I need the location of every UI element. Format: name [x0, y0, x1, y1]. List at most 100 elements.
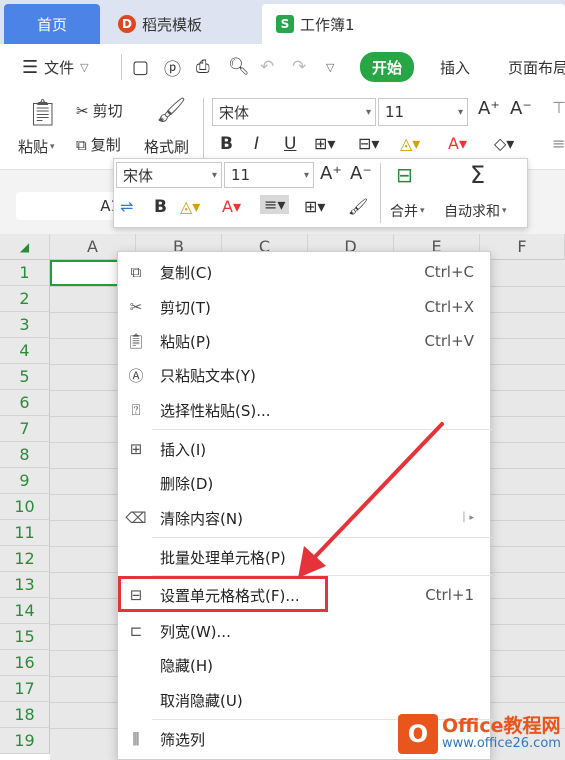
- cut-button[interactable]: ✂ 剪切: [76, 100, 123, 121]
- row-header[interactable]: 18: [0, 702, 50, 728]
- format-painter-icon[interactable]: 🖌︎: [348, 197, 368, 216]
- copy-button[interactable]: ⧉ 复制: [76, 134, 121, 155]
- menu-item-clear-contents[interactable]: ⌫ 清除内容(N) │ ▸: [118, 503, 492, 533]
- italic-button[interactable]: I: [254, 134, 259, 154]
- font-size-select[interactable]: 11 ▾: [378, 98, 468, 126]
- row-header[interactable]: 19: [0, 728, 50, 754]
- tab-start[interactable]: 开始: [360, 52, 415, 82]
- font-color-icon[interactable]: A▾: [448, 134, 467, 153]
- sum-icon[interactable]: Σ: [470, 161, 485, 189]
- redo-icon[interactable]: ↷: [292, 52, 306, 82]
- menu-item-paste[interactable]: 📋︎ 粘贴(P) Ctrl+V: [118, 326, 492, 356]
- row-header[interactable]: 16: [0, 650, 50, 676]
- chevron-down-icon: ▾: [365, 106, 371, 118]
- format-painter-label: 格式刷: [144, 138, 190, 156]
- row-header[interactable]: 15: [0, 624, 50, 650]
- chevron-down-icon: ▽: [80, 60, 89, 74]
- row-header[interactable]: 5: [0, 364, 50, 390]
- menu-item-delete[interactable]: 删除(D): [118, 468, 492, 498]
- insert-icon: ⊞: [129, 440, 143, 458]
- row-header[interactable]: 10: [0, 494, 50, 520]
- row-header[interactable]: 3: [0, 312, 50, 338]
- row-header[interactable]: 7: [0, 416, 50, 442]
- print-preview-icon[interactable]: 🔍︎: [228, 52, 250, 82]
- chevron-down-icon: ▾: [303, 169, 309, 181]
- align-top-icon[interactable]: ⊤: [552, 98, 565, 117]
- autosum-button[interactable]: 自动求和 ▾: [444, 201, 507, 221]
- tab-template[interactable]: D 稻壳模板: [104, 4, 254, 44]
- border-icon[interactable]: ⊞▾: [304, 197, 325, 216]
- menu-item-hide[interactable]: 隐藏(H): [118, 650, 492, 680]
- tab-page-layout-label: 页面布局: [508, 58, 565, 77]
- menu-item-shortcut: Ctrl+V: [424, 332, 474, 350]
- menu-item-cut[interactable]: ✂ 剪切(T) Ctrl+X: [118, 292, 492, 322]
- print-icon[interactable]: ⎙: [196, 52, 210, 82]
- row-header[interactable]: 9: [0, 468, 50, 494]
- menu-item-batch-process[interactable]: 批量处理单元格(P): [118, 542, 492, 572]
- increase-font-icon[interactable]: A⁺: [320, 163, 342, 184]
- row-header[interactable]: 13: [0, 572, 50, 598]
- tab-home[interactable]: 首页: [4, 4, 100, 44]
- tab-workbook[interactable]: S 工作簿1: [262, 4, 565, 44]
- paste-button[interactable]: 粘贴 ▾: [18, 136, 55, 157]
- border-icon[interactable]: ⊞▾: [314, 134, 335, 153]
- menu-item-insert[interactable]: ⊞ 插入(I): [118, 434, 492, 464]
- eraser-icon: ⌫: [125, 509, 147, 527]
- quick-access-dropdown-icon[interactable]: ▽: [326, 52, 334, 82]
- row-header[interactable]: 11: [0, 520, 50, 546]
- row-header[interactable]: 8: [0, 442, 50, 468]
- save-icon[interactable]: ▢: [132, 52, 149, 82]
- row-header[interactable]: 2: [0, 286, 50, 312]
- clear-format-icon[interactable]: ◇▾: [494, 134, 514, 153]
- menu-item-paste-special[interactable]: ⍰ 选择性粘贴(S)...: [118, 395, 492, 425]
- file-menu[interactable]: ☰ 文件 ▽: [22, 52, 89, 82]
- column-header[interactable]: F: [480, 234, 565, 260]
- font-name-select[interactable]: 宋体 ▾: [212, 98, 376, 126]
- increase-font-icon[interactable]: A⁺: [478, 98, 500, 119]
- mini-font-name-value: 宋体: [123, 166, 154, 185]
- name-box[interactable]: A1: [16, 192, 126, 220]
- format-painter-icon[interactable]: 🖌︎: [156, 96, 186, 124]
- mini-toolbar: 宋体 ▾ 11 ▾ A⁺ A⁻ ⊟ 合并 ▾ Σ 自动求和 ▾ ⇌ B ◬▾ A…: [113, 158, 528, 228]
- menu-item-shortcut: Ctrl+1: [425, 586, 474, 604]
- mini-bold-button[interactable]: B: [154, 197, 167, 217]
- align-center-icon[interactable]: ≡▾: [260, 195, 290, 214]
- row-header[interactable]: 4: [0, 338, 50, 364]
- mini-font-name-select[interactable]: 宋体 ▾: [116, 162, 222, 188]
- mini-font-size-select[interactable]: 11 ▾: [224, 162, 314, 188]
- row-header[interactable]: 17: [0, 676, 50, 702]
- tab-insert[interactable]: 插入: [440, 52, 470, 82]
- fill-color-icon[interactable]: ◬▾: [180, 197, 200, 216]
- cut-label: 剪切: [92, 102, 123, 120]
- decrease-font-icon[interactable]: A⁻: [510, 98, 532, 119]
- menu-item-label: 剪切(T): [160, 298, 211, 317]
- bold-button[interactable]: B: [220, 134, 233, 154]
- select-all-corner[interactable]: ◢: [0, 234, 50, 260]
- row-header[interactable]: 14: [0, 598, 50, 624]
- align-icon[interactable]: ≡: [552, 134, 565, 153]
- undo-icon[interactable]: ↶: [260, 52, 274, 82]
- wrap-text-icon[interactable]: ⇌: [120, 197, 133, 216]
- watermark-brand: Office教程网: [442, 715, 561, 737]
- tab-page-layout[interactable]: 页面布局: [508, 52, 565, 82]
- row-header[interactable]: 12: [0, 546, 50, 572]
- merge-icon[interactable]: ⊟: [396, 163, 413, 187]
- menu-item-label: 删除(D): [160, 474, 214, 493]
- underline-button[interactable]: U: [284, 134, 296, 154]
- font-color-icon[interactable]: A▾: [222, 197, 241, 216]
- watermark-url: www.office26.com: [442, 736, 561, 751]
- row-header[interactable]: 1: [0, 260, 50, 286]
- menu-item-copy[interactable]: ⧉ 复制(C) Ctrl+C: [118, 257, 492, 287]
- export-pdf-icon[interactable]: ⓟ: [164, 52, 181, 82]
- menu-item-paste-text[interactable]: Ⓐ 只粘贴文本(Y): [118, 360, 492, 390]
- tab-home-label: 首页: [36, 15, 67, 34]
- submenu-arrow-icon: │ ▸: [461, 513, 474, 523]
- menu-item-column-width[interactable]: ⊏ 列宽(W)...: [118, 616, 492, 646]
- merge-button[interactable]: 合并 ▾: [390, 201, 425, 221]
- paste-icon[interactable]: 📋︎: [26, 98, 59, 128]
- row-header[interactable]: 6: [0, 390, 50, 416]
- fill-color-icon[interactable]: ◬▾: [400, 134, 420, 153]
- decrease-font-icon[interactable]: A⁻: [350, 163, 372, 184]
- fill-pattern-icon[interactable]: ⊟▾: [358, 134, 379, 153]
- format-painter-button[interactable]: 格式刷: [144, 136, 189, 157]
